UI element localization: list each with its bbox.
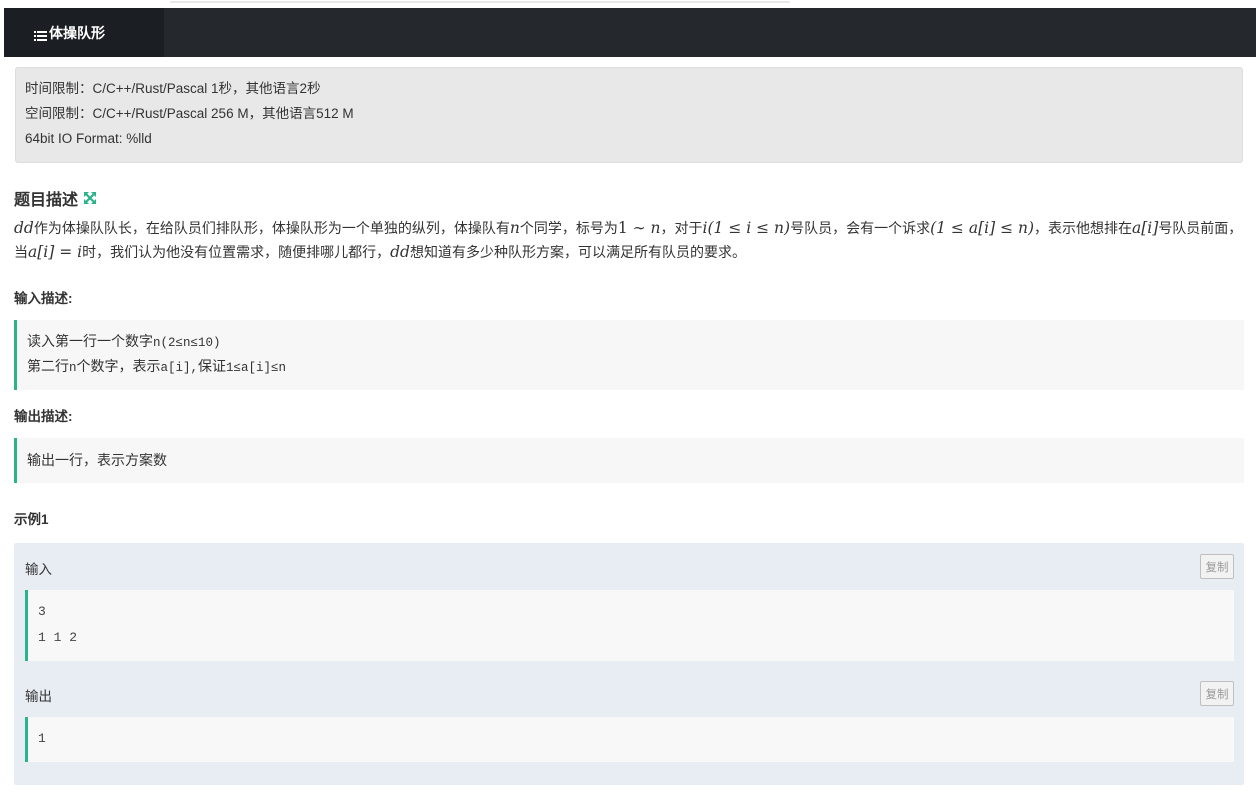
desc-text: 当 — [14, 244, 28, 260]
input-description-title: 输入描述: — [14, 291, 73, 306]
desc-text: ，表示他想排在 — [1034, 220, 1133, 236]
math-n: n — [509, 219, 520, 237]
input-code: n(2≤n≤10) — [153, 336, 221, 350]
example-input-label: 输入 — [25, 562, 52, 577]
math-n: n — [650, 219, 661, 237]
input-text: 个数字，表示 — [76, 358, 161, 374]
math-requirement: (1 ≤ a[i] ≤ n) — [930, 219, 1035, 237]
example-input-line: 1 1 2 — [38, 630, 78, 645]
copy-input-button[interactable]: 复制 — [1200, 554, 1234, 579]
example-input-code[interactable]: 3 1 1 2 — [25, 590, 1234, 661]
limits-panel: 时间限制：C/C++/Rust/Pascal 1秒，其他语言2秒 空间限制：C/… — [15, 67, 1243, 163]
io-format: 64bit IO Format: %lld — [25, 131, 152, 146]
description-title: 题目描述 — [14, 192, 79, 209]
math-condition: (1 ≤ i ≤ n) — [707, 219, 791, 237]
output-description-box: 输出一行，表示方案数 — [14, 438, 1244, 483]
desc-text: 作为体操队队长，在给队员们排队形，体操队形为一个单独的纵列，体操队有 — [33, 220, 510, 236]
example-title: 示例1 — [14, 512, 49, 527]
input-line-2: 第二行n个数字，表示a[i],保证1≤a[i]≤n — [27, 356, 1244, 381]
description-paragraph-2: 当a[i] = i时，我们认为他没有位置需求，随便排哪儿都行，dd想知道有多少种… — [14, 240, 1246, 264]
expand-arrows-icon[interactable] — [83, 191, 97, 205]
math-dd: dd — [390, 243, 410, 261]
desc-text: 号队员前面， — [1158, 220, 1243, 236]
input-code: a[i], — [160, 361, 199, 375]
copy-output-button[interactable]: 复制 — [1200, 681, 1234, 706]
input-description-box: 读入第一行一个数字n(2≤n≤10) 第二行n个数字，表示a[i],保证1≤a[… — [14, 320, 1244, 390]
problem-tabbar: 体操队形 — [4, 8, 1256, 57]
math-range: 1 ∼ — [617, 219, 651, 237]
time-limit: 时间限制：C/C++/Rust/Pascal 1秒，其他语言2秒 — [25, 81, 321, 96]
math-ai: a[i] — [1132, 219, 1159, 237]
math-equation: a[i] = i — [28, 243, 83, 261]
input-text: 读入第一行一个数字 — [27, 333, 153, 349]
input-code: n — [69, 361, 77, 375]
desc-text: 个同学，标号为 — [519, 220, 618, 236]
description-heading: 题目描述 — [14, 186, 97, 210]
tab-label: 体操队形 — [49, 24, 105, 41]
input-line-1: 读入第一行一个数字n(2≤n≤10) — [27, 331, 1244, 356]
output-line-1: 输出一行，表示方案数 — [27, 452, 167, 468]
example-output-code[interactable]: 1 — [25, 717, 1234, 762]
description-paragraph-1: dd作为体操队队长，在给队员们排队形，体操队形为一个单独的纵列，体操队有n个同学… — [14, 216, 1246, 240]
desc-text: 号队员，会有一个诉求 — [790, 220, 931, 236]
example-input-line: 3 — [38, 604, 46, 619]
input-code: 1≤a[i]≤n — [226, 361, 287, 375]
input-text: 保证 — [198, 358, 227, 374]
list-icon — [34, 28, 47, 41]
example-output-label: 输出 — [25, 689, 52, 704]
browser-top-edge — [0, 0, 1256, 6]
desc-text: 想知道有多少种队形方案，可以满足所有队员的要求。 — [409, 244, 746, 260]
math-dd: dd — [14, 219, 34, 237]
space-limit: 空间限制：C/C++/Rust/Pascal 256 M，其他语言512 M — [25, 106, 354, 121]
example-panel: 输入 复制 3 1 1 2 输出 复制 1 — [14, 543, 1244, 785]
top-scroll-line — [170, 1, 790, 3]
output-description-title: 输出描述: — [14, 409, 73, 424]
example-output-line: 1 — [38, 731, 46, 746]
desc-text: 时，我们认为他没有位置需求，随便排哪儿都行， — [82, 244, 391, 260]
tab-problem-title[interactable]: 体操队形 — [4, 8, 164, 57]
desc-text: ，对于 — [660, 220, 703, 236]
input-text: 第二行 — [27, 358, 69, 374]
problem-description: dd作为体操队队长，在给队员们排队形，体操队形为一个单独的纵列，体操队有n个同学… — [14, 216, 1246, 264]
